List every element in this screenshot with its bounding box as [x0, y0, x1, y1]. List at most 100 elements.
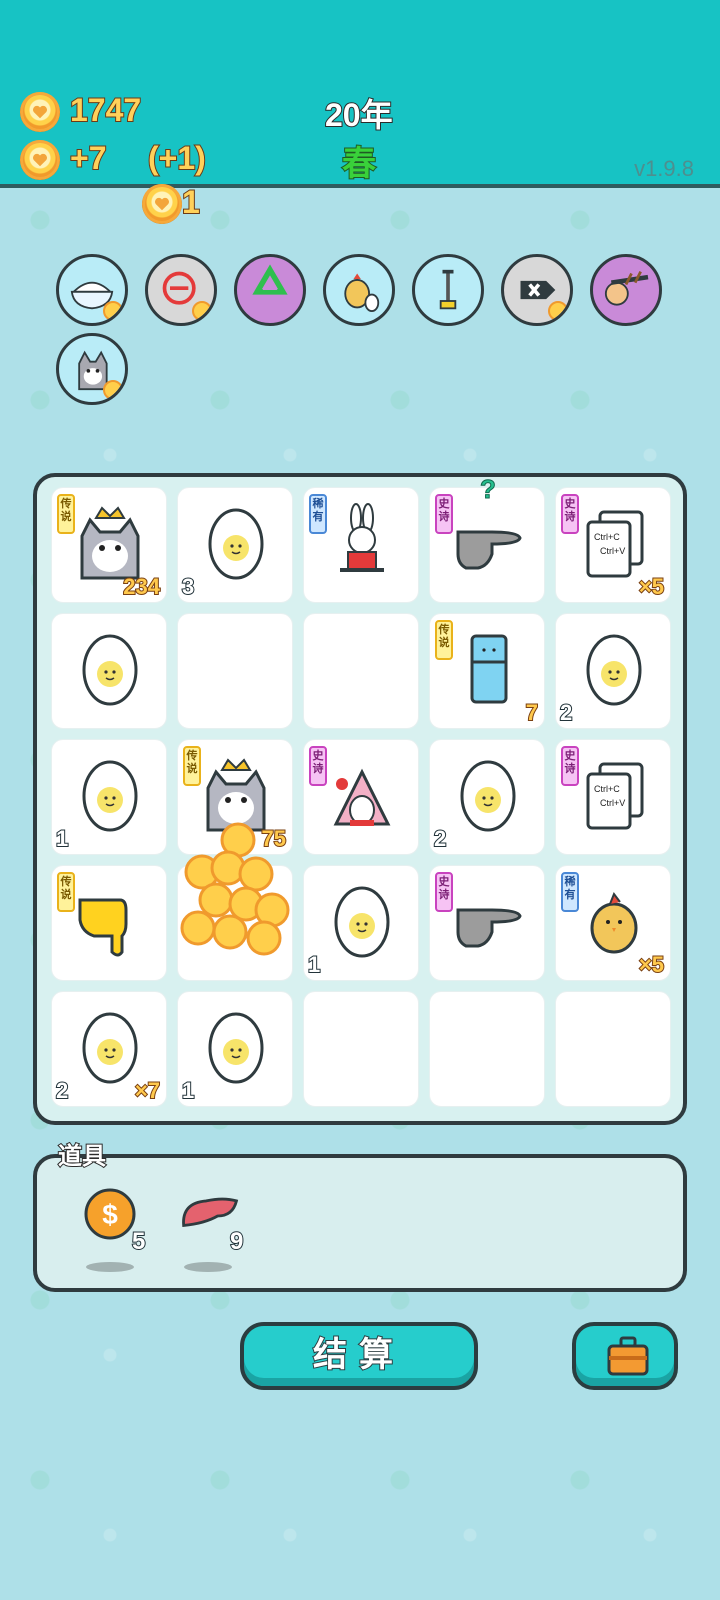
item-counter: 2 [55, 1077, 69, 1104]
year-label: 20年 [324, 96, 394, 134]
board-cell[interactable]: 2 ×7 [51, 991, 167, 1107]
board-cell[interactable] [303, 613, 419, 729]
board-cell[interactable]: Ctrl+C Ctrl+V 史诗 ×5 [555, 487, 671, 603]
svg-text:Ctrl+C: Ctrl+C [594, 784, 620, 794]
board-cell[interactable]: 传说 [51, 865, 167, 981]
egg-icon [82, 760, 138, 832]
board-cell[interactable]: 1 [51, 739, 167, 855]
rarity-tag: 传说 [57, 872, 75, 912]
pump-icon[interactable] [412, 254, 484, 326]
income-bonus: (+1) [147, 139, 207, 177]
board-cell[interactable] [177, 613, 293, 729]
liver-tool[interactable]: 9 [178, 1186, 258, 1276]
egg-icon [208, 1012, 264, 1084]
egg-icon [82, 634, 138, 706]
heart-badge-icon [548, 301, 568, 321]
copy-paste-icon: Ctrl+C Ctrl+V [586, 510, 644, 578]
heart-badge-icon [192, 301, 212, 321]
chick-icon [590, 891, 638, 954]
extra-coin-value: 1 [181, 183, 201, 221]
rabbit-house-icon [333, 768, 391, 826]
item-counter: 2 [433, 825, 447, 852]
delete-tag-icon[interactable] [501, 254, 573, 326]
item-counter: 2 [559, 699, 573, 726]
board-cell[interactable]: 稀有 ×5 [555, 865, 671, 981]
board-cell[interactable]: 史诗 [429, 865, 545, 981]
item-value: 234 [122, 573, 161, 600]
heart-badge-icon [103, 380, 123, 400]
rarity-tag: 稀有 [309, 494, 327, 534]
board-cell[interactable] [429, 991, 545, 1107]
bag-button[interactable] [572, 1322, 678, 1390]
board-cell[interactable] [51, 613, 167, 729]
rarity-tag: 稀有 [561, 872, 579, 912]
board-cell[interactable]: 传说 234 [51, 487, 167, 603]
item-counter: 3 [181, 573, 195, 600]
svg-text:Ctrl+V: Ctrl+V [600, 798, 625, 808]
income-coin-icon [20, 140, 60, 180]
item-value: ×5 [638, 573, 665, 600]
item-value: 7 [525, 699, 539, 726]
board-cell[interactable] [303, 991, 419, 1107]
item-counter: 1 [181, 1077, 195, 1104]
rice-bowl-icon[interactable] [56, 254, 128, 326]
top-bar: 1747 +7 (+1) 20年 春 v1.9.8 [0, 0, 720, 188]
pointing-hand-icon [456, 530, 522, 570]
husky-icon[interactable] [56, 333, 128, 405]
income-value: +7 [69, 139, 108, 177]
coin-burst-effect [180, 822, 290, 956]
egg-icon [334, 886, 390, 958]
board-cell[interactable]: 史诗? [429, 474, 545, 603]
dollar-coin-icon: $ [84, 1188, 136, 1240]
heart-badge-icon [103, 301, 123, 321]
tool-shadow [184, 1262, 232, 1272]
briefcase-icon [607, 1336, 649, 1376]
item-board: 传说 234 3 稀有 史诗? Ctrl+C Ctrl+V 史诗 ×5 传说 7 2 1 传说 75 史诗 2 C… [33, 473, 687, 1125]
rarity-tag: 史诗 [561, 494, 579, 534]
board-cell[interactable]: Ctrl+C Ctrl+V 史诗 [555, 739, 671, 855]
item-value: ×5 [638, 951, 665, 978]
board-cell[interactable]: 史诗 [303, 739, 419, 855]
board-cell[interactable]: 2 [429, 739, 545, 855]
remove-icon[interactable] [145, 254, 217, 326]
dollar-coin-count: 5 [131, 1227, 146, 1256]
recycle-icon[interactable] [234, 254, 306, 326]
egg-icon [460, 760, 516, 832]
settle-button[interactable]: 结算 [240, 1322, 478, 1390]
rarity-tag: 史诗 [435, 872, 453, 912]
board-cell[interactable]: 1 [303, 865, 419, 981]
egg-icon [586, 634, 642, 706]
board-cell[interactable]: 传说 7 [429, 613, 545, 729]
item-value: ×7 [134, 1077, 161, 1104]
tools-label: 道具 [57, 1142, 107, 1171]
board-cell[interactable]: 稀有 [303, 487, 419, 603]
svg-text:$: $ [102, 1199, 118, 1230]
husky-king-icon [80, 506, 140, 580]
chick-egg-icon[interactable] [323, 254, 395, 326]
item-counter: 1 [55, 825, 69, 852]
coin-total: 1747 [69, 91, 142, 129]
slingshot-icon[interactable] [590, 254, 662, 326]
fridge-icon [470, 634, 508, 704]
rarity-tag: 传说 [183, 746, 201, 786]
question-mark: ? [480, 474, 497, 505]
dollar-coin-tool[interactable]: $ 5 [80, 1186, 160, 1276]
copy-paste-icon: Ctrl+C Ctrl+V [586, 762, 644, 830]
rarity-tag: 史诗 [561, 746, 579, 786]
board-cell[interactable] [555, 991, 671, 1107]
egg-icon [208, 508, 264, 580]
board-cell[interactable]: 3 [177, 487, 293, 603]
rarity-tag: 传说 [435, 620, 453, 660]
season-label: 春 [341, 144, 377, 184]
rabbit-icon [340, 503, 384, 572]
rarity-tag: 史诗 [435, 494, 453, 534]
board-cell[interactable]: 2 [555, 613, 671, 729]
item-counter: 1 [307, 951, 321, 978]
extra-coin-icon [142, 184, 182, 224]
tool-shadow [86, 1262, 134, 1272]
svg-text:Ctrl+V: Ctrl+V [600, 546, 625, 556]
egg-icon [82, 1012, 138, 1084]
liver-count: 9 [229, 1227, 244, 1256]
yellow-hand-icon [78, 898, 128, 957]
board-cell[interactable]: 1 [177, 991, 293, 1107]
